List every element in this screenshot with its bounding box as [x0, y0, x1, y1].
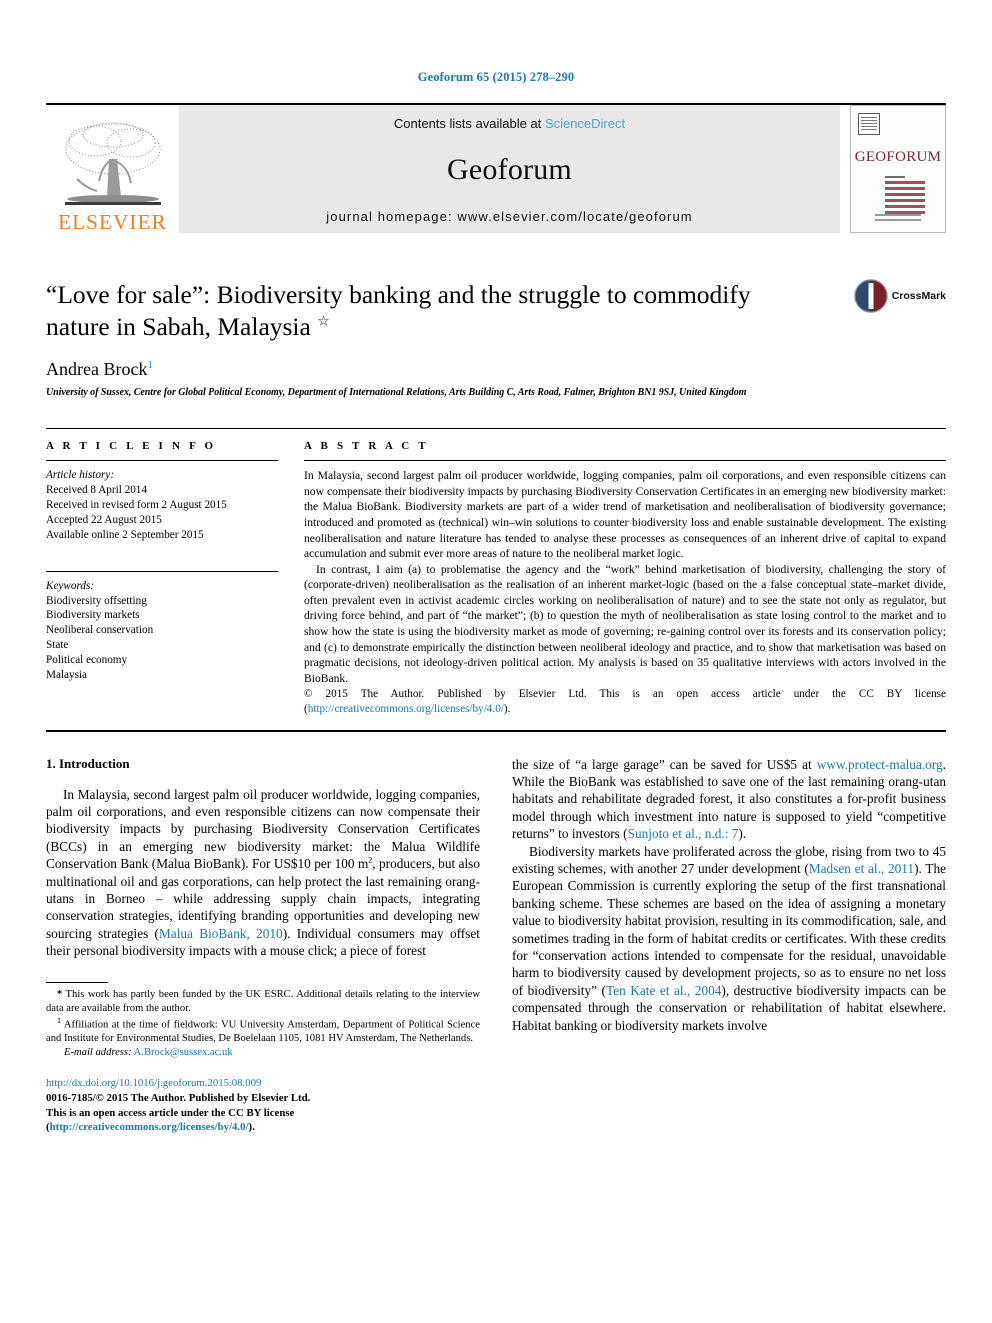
journal-cover-thumbnail[interactable]: GEOFORUM — [850, 105, 946, 233]
footnote-text: This work has partly been funded by the … — [46, 988, 480, 1014]
page-title: “Love for sale”: Biodiversity banking an… — [46, 279, 946, 343]
history-item: Received 8 April 2014 — [46, 484, 147, 497]
history-item: Accepted 22 August 2015 — [46, 513, 162, 526]
keyword-item: Biodiversity offsetting — [46, 594, 147, 607]
external-link[interactable]: www.protect-malua.org — [817, 757, 943, 772]
author-name: Andrea Brock1 — [46, 359, 946, 380]
crossmark-label: CrossMark — [891, 290, 946, 302]
doi-link[interactable]: http://dx.doi.org/10.1016/j.geoforum.201… — [46, 1076, 480, 1091]
sciencedirect-link[interactable]: ScienceDirect — [545, 116, 625, 131]
author-text: Andrea Brock — [46, 359, 148, 380]
article-info-heading: A R T I C L E I N F O — [46, 440, 217, 453]
history-item: Received in revised form 2 August 2015 — [46, 499, 227, 512]
title-text: “Love for sale”: Biodiversity banking an… — [46, 280, 751, 342]
copyright-text: © 2015 The Author. Published by Elsevier… — [304, 687, 946, 717]
contents-available-line: Contents lists available at ScienceDirec… — [394, 116, 625, 131]
cc-license-link[interactable]: http://creativecommons.org/licenses/by/4… — [50, 1121, 249, 1133]
info-and-abstract: A R T I C L E I N F O Article history: R… — [46, 428, 946, 717]
abstract-column: A B S T R A C T In Malaysia, second larg… — [304, 440, 946, 717]
abstract-copyright: © 2015 The Author. Published by Elsevier… — [304, 687, 946, 717]
email-label: E-mail address: — [64, 1047, 132, 1059]
body-columns: 1. Introduction In Malaysia, second larg… — [46, 756, 946, 1136]
history-item: Available online 2 September 2015 — [46, 528, 204, 541]
author-footnote-marker[interactable]: 1 — [147, 360, 152, 371]
article-history-group: Article history: Received 8 April 2014 R… — [46, 468, 278, 542]
citation-link[interactable]: Malua BioBank, 2010 — [159, 926, 283, 941]
keyword-item: Biodiversity markets — [46, 609, 140, 622]
elsevier-tree-icon — [64, 122, 161, 205]
abstract-heading: A B S T R A C T — [304, 440, 429, 453]
body-paragraph: In Malaysia, second largest palm oil pro… — [46, 786, 480, 960]
journal-title: Geoforum — [447, 153, 572, 186]
elsevier-wordmark: ELSEVIER — [58, 210, 167, 234]
page-footer: http://dx.doi.org/10.1016/j.geoforum.201… — [46, 1076, 480, 1135]
citation-link[interactable]: Sunjoto et al., n.d.: 7 — [628, 826, 739, 841]
footnotes-block: * This work has partly been funded by th… — [46, 981, 480, 1058]
license-line: This is an open access article under the… — [46, 1106, 480, 1135]
abstract-paragraph: In Malaysia, second largest palm oil pro… — [304, 469, 946, 561]
citation-link[interactable]: Ten Kate et al., 2004 — [606, 983, 721, 998]
crossmark-badge[interactable]: CrossMark — [853, 279, 946, 313]
footnote-email-line: E-mail address: A.Brock@sussex.ac.uk — [46, 1047, 480, 1058]
issn-copyright-line: 0016-7185/© 2015 The Author. Published b… — [46, 1092, 311, 1105]
keyword-item: Neoliberal conservation — [46, 624, 154, 637]
cover-publisher-icon — [858, 113, 880, 135]
crossmark-icon — [853, 279, 888, 313]
article-info-column: A R T I C L E I N F O Article history: R… — [46, 440, 304, 717]
cover-editor-lines — [885, 176, 945, 214]
section-heading: 1. Introduction — [46, 755, 130, 771]
author-affiliation: University of Sussex, Centre for Global … — [46, 387, 747, 399]
paragraph-text: ). — [738, 826, 747, 842]
abstract-body: In Malaysia, second largest palm oil pro… — [304, 468, 946, 686]
contents-prefix: Contents lists available at — [393, 116, 545, 131]
paragraph-text: the size of “a large garage” can be save… — [512, 756, 817, 772]
cc-license-link[interactable]: http://creativecommons.org/licenses/by/4… — [308, 703, 504, 715]
section-divider — [46, 729, 946, 732]
copyright-tail: ). — [503, 703, 511, 716]
divider — [46, 570, 278, 572]
article-history-label: Article history: — [46, 469, 115, 482]
email-link[interactable]: A.Brock@sussex.ac.uk — [134, 1047, 233, 1058]
keywords-group: Keywords: Biodiversity offsetting Biodiv… — [46, 579, 278, 683]
abstract-paragraph: In contrast, I aim (a) to problematise t… — [304, 562, 946, 685]
elsevier-logo: ELSEVIER — [46, 105, 179, 233]
divider — [46, 460, 278, 462]
citation-link[interactable]: Madsen et al., 2011 — [809, 861, 914, 876]
body-paragraph: Biodiversity markets have proliferated a… — [512, 843, 946, 1034]
footnote-text: Affiliation at the time of fieldwork: VU… — [46, 1019, 480, 1045]
article-page: Geoforum 65 (2015) 278–290 ELSEVIER Cont… — [0, 0, 992, 1323]
title-block: CrossMark “Love for sale”: Biodiversity … — [46, 279, 946, 398]
cover-footer-lines — [851, 211, 945, 224]
footnote-one: 1 Affiliation at the time of fieldwork: … — [46, 1016, 480, 1047]
keyword-item: State — [46, 639, 69, 652]
cover-title: GEOFORUM — [854, 149, 942, 165]
keyword-item: Political economy — [46, 654, 128, 667]
left-column: 1. Introduction In Malaysia, second larg… — [46, 756, 480, 1136]
journal-homepage-link[interactable]: journal homepage: www.elsevier.com/locat… — [326, 209, 692, 224]
right-column: the size of “a large garage” can be save… — [512, 756, 946, 1136]
paragraph-text: ). The European Commission is currently … — [512, 861, 946, 998]
title-footnote-star: ☆ — [317, 314, 330, 330]
masthead-center-panel: Contents lists available at ScienceDirec… — [179, 105, 840, 233]
license-tail: ). — [248, 1121, 255, 1134]
running-head: Geoforum 65 (2015) 278–290 — [417, 70, 575, 84]
journal-masthead: ELSEVIER Contents lists available at Sci… — [46, 103, 946, 233]
keywords-label: Keywords: — [46, 579, 95, 592]
keyword-item: Malaysia — [46, 669, 88, 682]
body-paragraph: the size of “a large garage” can be save… — [512, 756, 946, 843]
divider — [304, 460, 946, 462]
footnote-star: * This work has partly been funded by th… — [46, 988, 480, 1016]
